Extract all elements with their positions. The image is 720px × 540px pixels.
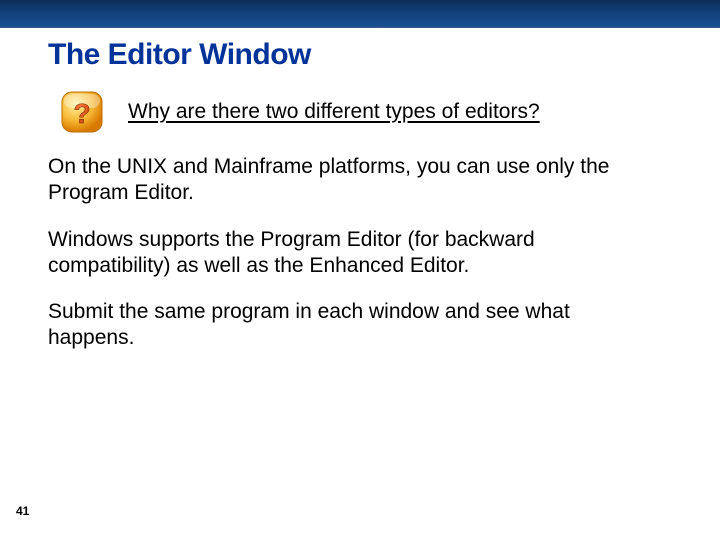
paragraph-1: On the UNIX and Mainframe platforms, you… — [48, 154, 660, 207]
paragraph-2: Windows supports the Program Editor (for… — [48, 227, 660, 280]
paragraph-3: Submit the same program in each window a… — [48, 299, 660, 352]
svg-text:?: ? — [73, 98, 90, 129]
page-number: 41 — [16, 504, 29, 518]
page-title: The Editor Window — [48, 38, 720, 72]
question-row: ? Why are there two different types of e… — [60, 90, 720, 134]
question-text: Why are there two different types of edi… — [128, 100, 540, 124]
header-bar — [0, 0, 720, 28]
question-icon: ? — [60, 90, 104, 134]
